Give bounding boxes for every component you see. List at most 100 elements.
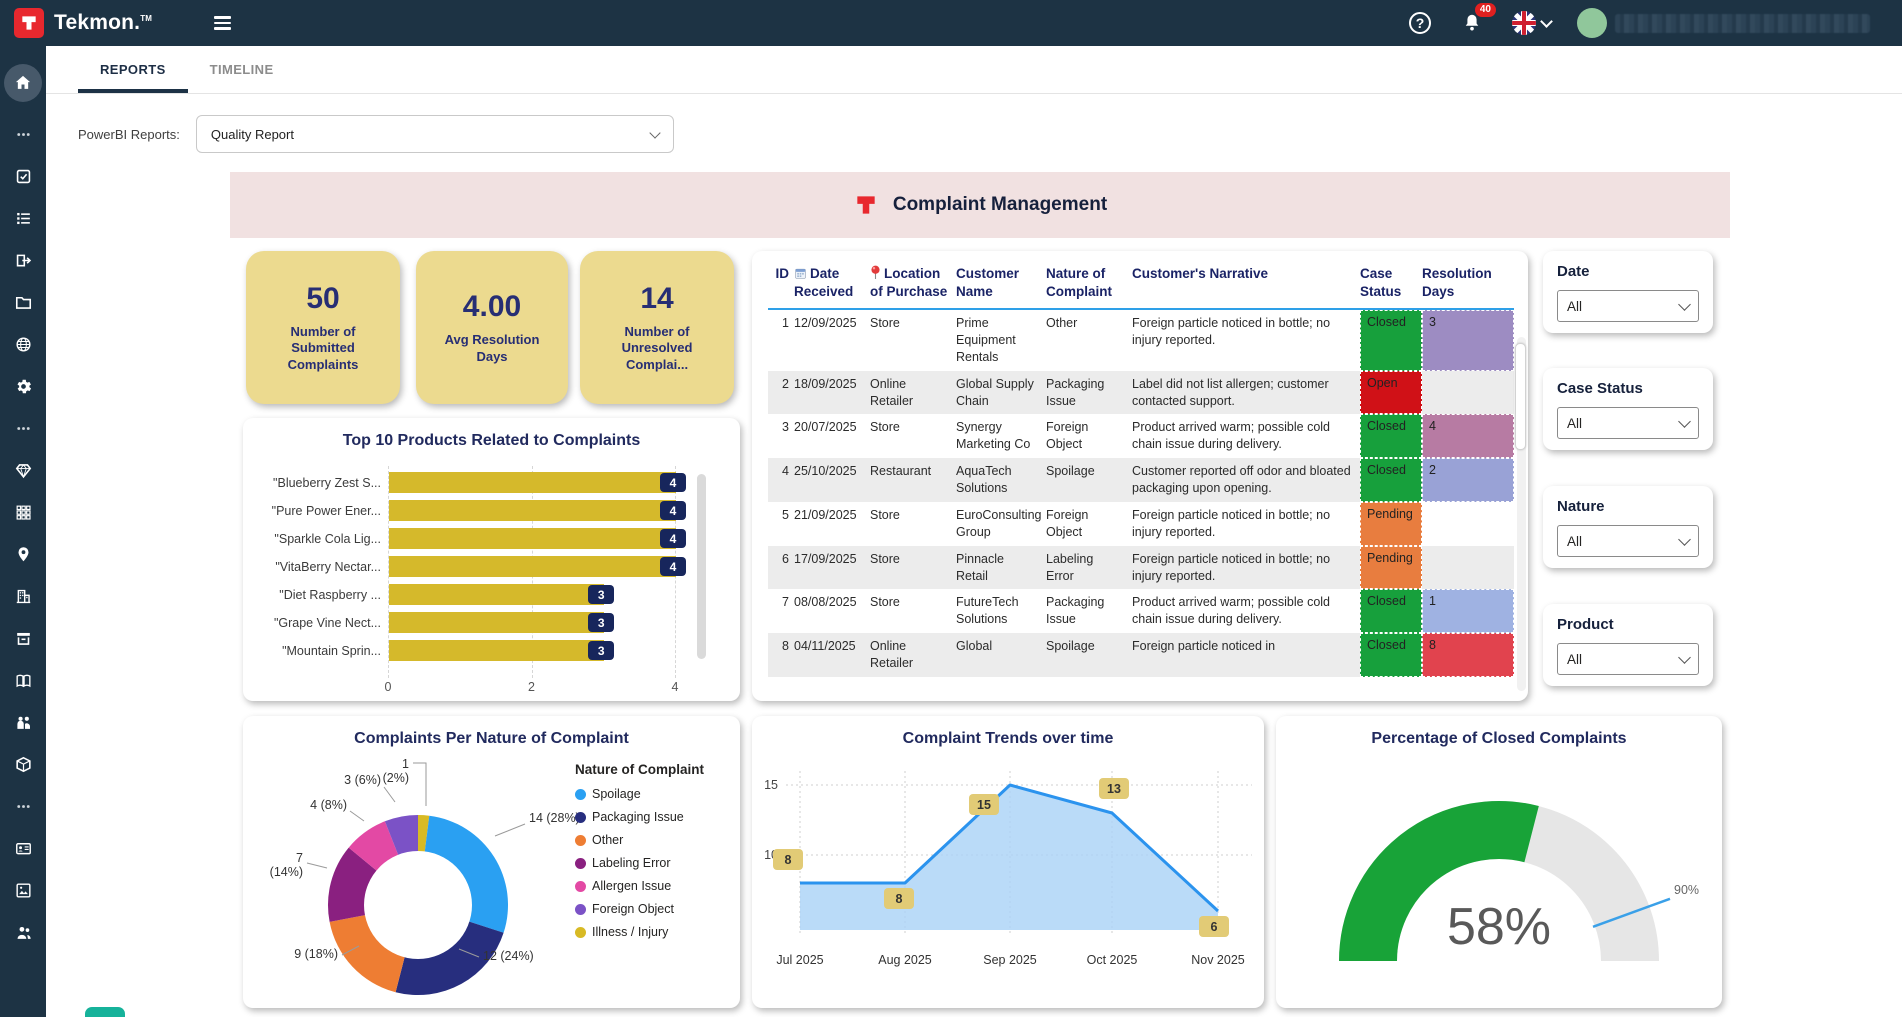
bar-chart-scrollbar[interactable]: [697, 474, 706, 659]
case-status-cell: Pending: [1360, 502, 1422, 546]
top-products-bar-chart[interactable]: Top 10 Products Related to Complaints "B…: [243, 418, 740, 701]
filter-dropdown[interactable]: All: [1557, 643, 1699, 675]
bar-row[interactable]: "Sparkle Cola Lig... 4: [243, 528, 740, 549]
closed-percentage-gauge[interactable]: 58%90%: [1276, 716, 1722, 1008]
kpi-card-avg-resolution[interactable]: 4.00 Avg Resolution Days: [416, 251, 568, 404]
sidebar-item-usergroup[interactable]: [4, 923, 42, 942]
report-select-dropdown[interactable]: Quality Report: [196, 115, 674, 153]
column-header[interactable]: Location of Purchase: [870, 263, 956, 302]
bar[interactable]: [389, 500, 676, 521]
cell-id: 3: [768, 414, 794, 458]
sidebar-item-package[interactable]: [4, 755, 42, 774]
sidebar-item-building[interactable]: [4, 587, 42, 606]
tab-reports[interactable]: REPORTS: [78, 46, 188, 93]
bar-row[interactable]: "Pure Power Ener... 4: [243, 500, 740, 521]
legend-item[interactable]: Allergen Issue: [575, 879, 704, 893]
legend-item[interactable]: Foreign Object: [575, 902, 704, 916]
table-row[interactable]: 3 20/07/2025 Store Synergy Marketing Co …: [768, 414, 1514, 458]
bar-axis-tick: 0: [385, 680, 392, 694]
table-scrollbar-thumb[interactable]: [1515, 343, 1526, 450]
sidebar-item-home[interactable]: [4, 64, 42, 102]
brand-logo[interactable]: Tekmon.TM: [0, 8, 152, 38]
legend-item[interactable]: Spoilage: [575, 787, 704, 801]
chat-launcher[interactable]: [85, 1007, 125, 1017]
resolution-days-cell: [1422, 371, 1514, 415]
tekmon-logo-icon: [14, 8, 44, 38]
filter-dropdown[interactable]: All: [1557, 290, 1699, 322]
user-avatar[interactable]: [1577, 8, 1607, 38]
column-header[interactable]: Date Received: [794, 263, 870, 302]
help-icon[interactable]: ?: [1407, 10, 1433, 36]
table-row[interactable]: 1 12/09/2025 Store Prime Equipment Renta…: [768, 310, 1514, 371]
bar-row[interactable]: "Diet Raspberry ... 3: [243, 584, 740, 605]
sidebar-item-more[interactable]: [4, 125, 42, 144]
legend-item[interactable]: Other: [575, 833, 704, 847]
sidebar-item-gem[interactable]: [4, 461, 42, 480]
table-row[interactable]: 5 21/09/2025 Store EuroConsulting Group …: [768, 502, 1514, 546]
x-axis-label: Sep 2025: [983, 953, 1037, 967]
sidebar-item-people[interactable]: [4, 713, 42, 732]
table-row[interactable]: 7 08/08/2025 Store FutureTech Solutions …: [768, 589, 1514, 633]
notification-badge: 40: [1475, 3, 1496, 17]
sidebar-item-export[interactable]: [4, 251, 42, 270]
bar[interactable]: [389, 556, 676, 577]
language-selector[interactable]: [1511, 10, 1551, 36]
sidebar-item-location[interactable]: [4, 545, 42, 564]
sidebar-item-archive[interactable]: [4, 629, 42, 648]
filter-dropdown[interactable]: All: [1557, 525, 1699, 557]
table-row[interactable]: 4 25/10/2025 Restaurant AquaTech Solutio…: [768, 458, 1514, 502]
bar-row[interactable]: "Mountain Sprin... 3: [243, 640, 740, 661]
bar-row[interactable]: "Blueberry Zest S... 4: [243, 472, 740, 493]
bar[interactable]: [389, 584, 604, 605]
legend-item[interactable]: Illness / Injury: [575, 925, 704, 939]
table-row[interactable]: 8 04/11/2025 Online Retailer Global Spoi…: [768, 633, 1514, 677]
cell-id: 6: [768, 546, 794, 590]
donut-callout-label: 12 (24%): [483, 949, 534, 963]
sidebar-item-more[interactable]: [4, 797, 42, 816]
column-header[interactable]: ID: [768, 263, 794, 302]
sidebar-item-settings[interactable]: [4, 377, 42, 396]
hamburger-menu-icon[interactable]: [214, 16, 231, 30]
column-header[interactable]: Case Status: [1360, 263, 1422, 302]
table-row[interactable]: 2 18/09/2025 Online Retailer Global Supp…: [768, 371, 1514, 415]
trends-line-chart[interactable]: 15108815136Jul 2025Aug 2025Sep 2025Oct 2…: [752, 716, 1264, 1008]
bar[interactable]: [389, 472, 676, 493]
bar[interactable]: [389, 612, 604, 633]
resolution-days-cell: 8: [1422, 633, 1514, 677]
sidebar-item-apps[interactable]: [4, 503, 42, 522]
filter-dropdown[interactable]: All: [1557, 407, 1699, 439]
legend-dot-icon: [575, 789, 586, 800]
sidebar-item-idcard[interactable]: [4, 839, 42, 858]
legend-label: Foreign Object: [592, 902, 674, 916]
column-header[interactable]: Nature of Complaint: [1046, 263, 1132, 302]
sidebar-item-more[interactable]: [4, 419, 42, 438]
kpi-card-submitted[interactable]: 50 Number of Submitted Complaints: [246, 251, 400, 404]
notifications-bell-icon[interactable]: 40: [1459, 10, 1485, 36]
legend-item[interactable]: Packaging Issue: [575, 810, 704, 824]
sidebar-item-book[interactable]: [4, 671, 42, 690]
case-status-cell: Closed: [1360, 458, 1422, 502]
chevron-down-icon: [1540, 15, 1553, 28]
nature-donut-card: Complaints Per Nature of Complaint 14 (2…: [243, 716, 740, 1008]
table-row[interactable]: 6 17/09/2025 Store Pinnacle Retail Label…: [768, 546, 1514, 590]
resolution-days-cell: [1422, 502, 1514, 546]
column-header[interactable]: Resolution Days: [1422, 263, 1514, 302]
bar-row[interactable]: "VitaBerry Nectar... 4: [243, 556, 740, 577]
data-label: 15: [977, 798, 991, 812]
legend-dot-icon: [575, 881, 586, 892]
cell-date-received: 17/09/2025: [794, 546, 870, 590]
legend-item[interactable]: Labeling Error: [575, 856, 704, 870]
sidebar-item-tasks[interactable]: [4, 167, 42, 186]
tab-timeline[interactable]: TIMELINE: [188, 46, 296, 93]
sidebar-item-list[interactable]: [4, 209, 42, 228]
bar[interactable]: [389, 528, 676, 549]
bar-row[interactable]: "Grape Vine Nect... 3: [243, 612, 740, 633]
kpi-card-unresolved[interactable]: 14 Number of Unresolved Complai...: [580, 251, 734, 404]
sidebar-item-folder[interactable]: [4, 293, 42, 312]
bar-category-label: "Blueberry Zest S...: [243, 476, 389, 490]
column-header[interactable]: Customer Name: [956, 263, 1046, 302]
column-header[interactable]: Customer's Narrative: [1132, 263, 1360, 302]
bar[interactable]: [389, 640, 604, 661]
sidebar-item-globe[interactable]: [4, 335, 42, 354]
sidebar-item-gallery[interactable]: [4, 881, 42, 900]
